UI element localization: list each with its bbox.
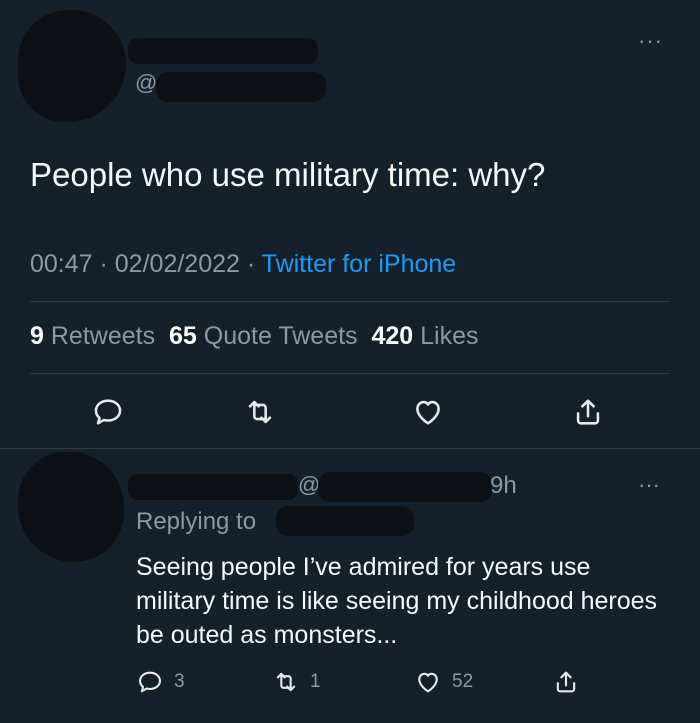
replying-to-label: Replying to xyxy=(136,508,257,535)
avatar-redacted[interactable] xyxy=(18,10,126,122)
like-icon xyxy=(418,672,438,693)
likes-stat[interactable]: 420 Likes xyxy=(371,322,478,350)
comment-icon xyxy=(94,399,122,425)
more-options-icon[interactable]: ··· xyxy=(638,28,663,54)
quotes-stat[interactable]: 65 Quote Tweets xyxy=(169,322,358,350)
separator: · xyxy=(239,250,262,278)
retweet-button[interactable] xyxy=(240,392,280,432)
handle-redacted[interactable] xyxy=(156,72,326,102)
quotes-label: Quote Tweets xyxy=(203,322,358,350)
share-button[interactable] xyxy=(568,392,608,432)
like-count: 52 xyxy=(452,671,474,692)
handle-at-symbol: @ xyxy=(298,472,321,497)
reply-share-button[interactable] xyxy=(552,668,580,696)
replying-to-handle-redacted[interactable] xyxy=(276,506,414,536)
separator: · xyxy=(92,250,115,278)
likes-label: Likes xyxy=(420,322,479,350)
divider xyxy=(0,448,700,449)
reply-text: Seeing people I’ve admired for years use… xyxy=(136,553,658,649)
likes-count: 420 xyxy=(371,322,414,350)
display-name-redacted[interactable] xyxy=(128,38,318,64)
comment-icon xyxy=(139,671,161,693)
handle-at-symbol: @ xyxy=(135,70,158,95)
retweets-count: 9 xyxy=(30,322,44,350)
divider xyxy=(30,301,670,302)
tweet-client-link[interactable]: Twitter for iPhone xyxy=(262,250,457,278)
display-name-redacted[interactable] xyxy=(128,474,298,500)
handle-redacted[interactable] xyxy=(318,472,492,502)
tweet-stats: 9 Retweets 65 Quote Tweets 420 Likes xyxy=(30,322,479,351)
tweet-date[interactable]: 02/02/2022 xyxy=(115,250,240,278)
tweet-meta: 00:47 · 02/02/2022 · Twitter for iPhone xyxy=(30,250,456,279)
retweet-icon xyxy=(248,400,272,424)
retweets-label: Retweets xyxy=(50,322,156,350)
divider xyxy=(30,373,670,374)
share-icon xyxy=(576,399,600,425)
reply-retweet-button[interactable]: 1 xyxy=(272,668,321,696)
reply-reply-button[interactable]: 3 xyxy=(136,668,185,696)
like-icon xyxy=(416,400,440,425)
more-options-icon[interactable]: ··· xyxy=(638,472,660,498)
share-icon xyxy=(556,671,576,693)
avatar-redacted[interactable] xyxy=(18,452,124,562)
retweets-stat[interactable]: 9 Retweets xyxy=(30,322,155,350)
retweet-count: 1 xyxy=(310,671,321,692)
reply-timestamp[interactable]: 9h xyxy=(490,472,517,500)
tweet-text: People who use military time: why? xyxy=(30,156,546,193)
reply-like-button[interactable]: 52 xyxy=(414,668,473,696)
reply-button[interactable] xyxy=(88,392,128,432)
tweet-time: 00:47 xyxy=(30,250,93,278)
quotes-count: 65 xyxy=(168,322,197,350)
retweet-icon xyxy=(276,672,296,692)
like-button[interactable] xyxy=(408,392,448,432)
reply-count: 3 xyxy=(174,671,185,692)
